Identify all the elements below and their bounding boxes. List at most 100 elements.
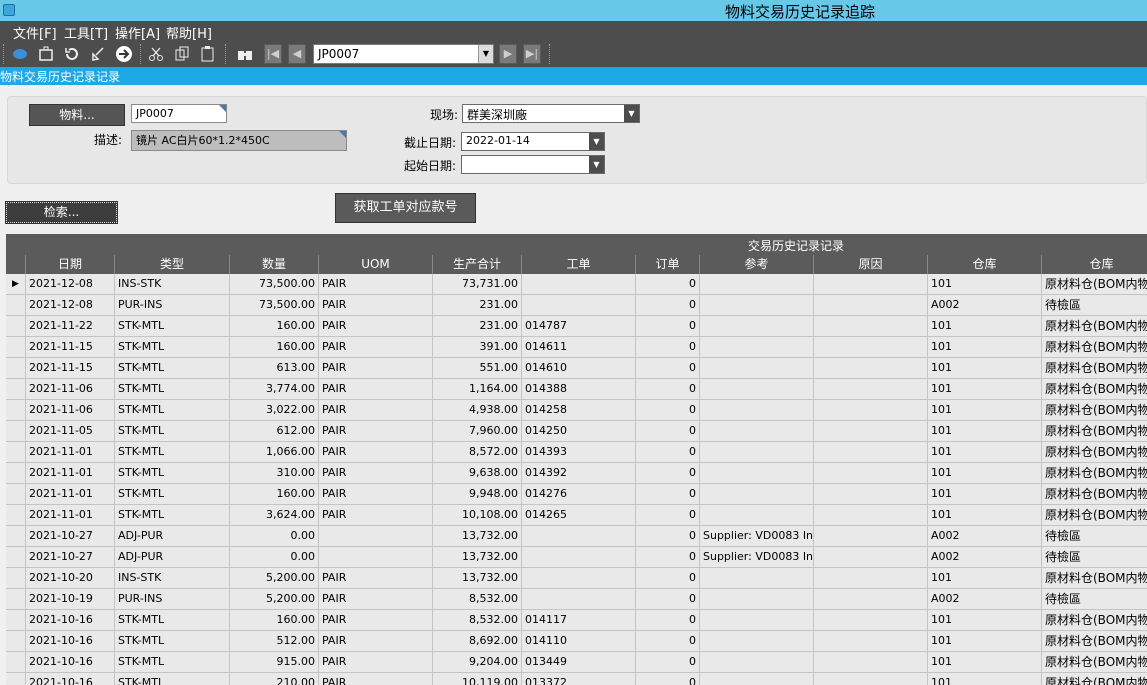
table-cell[interactable] <box>813 589 927 610</box>
row-selector[interactable] <box>6 505 25 526</box>
paste-icon[interactable] <box>199 45 217 63</box>
row-selector[interactable] <box>6 526 25 547</box>
table-cell[interactable] <box>699 673 813 685</box>
table-cell[interactable]: 0 <box>635 358 699 379</box>
table-cell[interactable]: 0 <box>635 379 699 400</box>
table-cell[interactable]: 014392 <box>521 463 635 484</box>
table-cell[interactable]: 原材料仓(BOM内物 <box>1041 379 1147 400</box>
table-cell[interactable]: 101 <box>927 316 1041 337</box>
table-cell[interactable]: 原材料仓(BOM内物 <box>1041 358 1147 379</box>
table-cell[interactable] <box>813 358 927 379</box>
table-cell[interactable]: A002 <box>927 547 1041 568</box>
table-cell[interactable]: 原材料仓(BOM内物 <box>1041 316 1147 337</box>
table-cell[interactable] <box>699 652 813 673</box>
table-cell[interactable]: 2021-11-01 <box>25 442 114 463</box>
table-cell[interactable]: PAIR <box>318 274 432 295</box>
table-cell[interactable]: 3,774.00 <box>229 379 318 400</box>
table-cell[interactable] <box>813 568 927 589</box>
table-cell[interactable]: 2021-10-16 <box>25 673 114 685</box>
column-header[interactable]: 类型 <box>114 255 229 274</box>
current-row-icon[interactable]: ▶ <box>6 274 25 295</box>
table-cell[interactable]: 0 <box>635 631 699 652</box>
table-cell[interactable]: STK-MTL <box>114 631 229 652</box>
table-row[interactable]: 2021-11-01 STK-MTL 310.00 PAIR 9,638.00 01439… <box>6 463 1147 484</box>
table-cell[interactable]: 0 <box>635 610 699 631</box>
table-cell[interactable] <box>699 400 813 421</box>
table-cell[interactable]: 待檢區 <box>1041 295 1147 316</box>
table-cell[interactable]: PAIR <box>318 463 432 484</box>
table-cell[interactable]: 2021-10-27 <box>25 547 114 568</box>
table-cell[interactable]: Supplier: VD0083 In <box>699 526 813 547</box>
table-cell[interactable]: 3,022.00 <box>229 400 318 421</box>
table-cell[interactable]: 014250 <box>521 421 635 442</box>
row-selector[interactable] <box>6 463 25 484</box>
table-cell[interactable] <box>813 337 927 358</box>
table-cell[interactable]: 2021-11-15 <box>25 358 114 379</box>
table-cell[interactable] <box>699 274 813 295</box>
table-cell[interactable]: 014610 <box>521 358 635 379</box>
table-cell[interactable]: 10,119.00 <box>432 673 521 685</box>
copy-icon[interactable] <box>173 45 191 63</box>
column-header[interactable]: 订单 <box>635 255 699 274</box>
table-row[interactable]: 2021-11-06 STK-MTL 3,022.00 PAIR 4,938.00 014… <box>6 400 1147 421</box>
menu-operate[interactable]: 操作[A] <box>115 23 160 42</box>
table-cell[interactable]: 101 <box>927 274 1041 295</box>
table-cell[interactable]: 2021-10-16 <box>25 631 114 652</box>
table-cell[interactable] <box>699 295 813 316</box>
table-cell[interactable]: 13,732.00 <box>432 547 521 568</box>
table-cell[interactable]: 原材料仓(BOM内物 <box>1041 610 1147 631</box>
table-cell[interactable] <box>813 463 927 484</box>
table-cell[interactable] <box>813 421 927 442</box>
table-cell[interactable]: 原材料仓(BOM内物 <box>1041 652 1147 673</box>
table-cell[interactable]: STK-MTL <box>114 610 229 631</box>
next-record-icon[interactable]: ▶ <box>499 44 517 64</box>
table-cell[interactable]: 014258 <box>521 400 635 421</box>
end-date-picker[interactable]: 2022-01-14 ▼ <box>461 132 605 151</box>
table-cell[interactable]: PAIR <box>318 379 432 400</box>
table-cell[interactable]: 1,066.00 <box>229 442 318 463</box>
table-cell[interactable]: PAIR <box>318 358 432 379</box>
table-cell[interactable]: PAIR <box>318 316 432 337</box>
table-cell[interactable]: 0 <box>635 526 699 547</box>
row-selector[interactable] <box>6 631 25 652</box>
table-cell[interactable]: 5,200.00 <box>229 589 318 610</box>
table-cell[interactable]: 原材料仓(BOM内物 <box>1041 442 1147 463</box>
row-selector[interactable] <box>6 358 25 379</box>
table-cell[interactable]: 原材料仓(BOM内物 <box>1041 568 1147 589</box>
search-button[interactable]: 检索... <box>5 201 118 224</box>
table-cell[interactable]: 512.00 <box>229 631 318 652</box>
table-cell[interactable]: 013372 <box>521 673 635 685</box>
table-cell[interactable]: 原材料仓(BOM内物 <box>1041 484 1147 505</box>
table-cell[interactable]: 8,532.00 <box>432 610 521 631</box>
row-selector[interactable] <box>6 568 25 589</box>
column-header[interactable]: 数量 <box>229 255 318 274</box>
table-row[interactable]: 2021-10-16 STK-MTL 915.00 PAIR 9,204.00 01344… <box>6 652 1147 673</box>
table-cell[interactable]: 013449 <box>521 652 635 673</box>
table-cell[interactable]: A002 <box>927 589 1041 610</box>
row-selector[interactable] <box>6 610 25 631</box>
table-row[interactable]: 2021-10-19 PUR-INS 5,200.00 PAIR 8,532.00 0 A0… <box>6 589 1147 610</box>
table-cell[interactable]: 0 <box>635 442 699 463</box>
table-cell[interactable]: 160.00 <box>229 316 318 337</box>
table-cell[interactable]: 2021-10-19 <box>25 589 114 610</box>
table-cell[interactable] <box>813 547 927 568</box>
table-cell[interactable]: 3,624.00 <box>229 505 318 526</box>
table-cell[interactable]: A002 <box>927 526 1041 547</box>
table-cell[interactable]: 7,960.00 <box>432 421 521 442</box>
table-cell[interactable]: 73,500.00 <box>229 295 318 316</box>
table-cell[interactable]: 2021-10-20 <box>25 568 114 589</box>
table-cell[interactable]: ADJ-PUR <box>114 526 229 547</box>
table-cell[interactable]: 101 <box>927 379 1041 400</box>
table-cell[interactable]: 73,731.00 <box>432 274 521 295</box>
table-cell[interactable]: 0 <box>635 589 699 610</box>
table-cell[interactable]: INS-STK <box>114 568 229 589</box>
site-select[interactable]: 群美深圳廠 ▼ <box>462 104 640 123</box>
table-cell[interactable]: PAIR <box>318 631 432 652</box>
table-row[interactable]: 2021-11-15 STK-MTL 160.00 PAIR 391.00 014611 0… <box>6 337 1147 358</box>
table-cell[interactable]: 0 <box>635 421 699 442</box>
table-cell[interactable] <box>813 505 927 526</box>
table-cell[interactable]: 5,200.00 <box>229 568 318 589</box>
table-cell[interactable]: 014117 <box>521 610 635 631</box>
table-row[interactable]: 2021-10-27 ADJ-PUR 0.00 13,732.00 0 Supplier:… <box>6 526 1147 547</box>
table-cell[interactable]: 0 <box>635 463 699 484</box>
